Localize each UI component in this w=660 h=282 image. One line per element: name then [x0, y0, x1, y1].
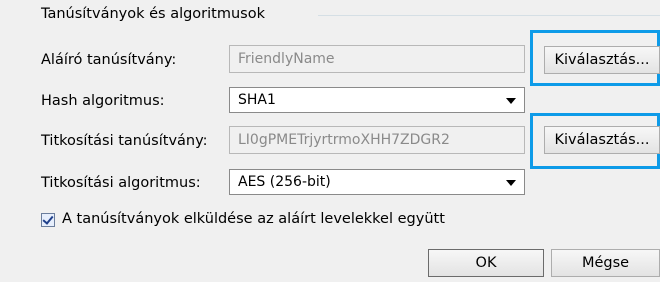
hash-algo-value: SHA1 [238, 92, 276, 108]
encryption-cert-select-button[interactable]: Kiválasztás... [544, 126, 660, 154]
encryption-cert-label: Titkosítási tanúsítvány: [41, 133, 208, 149]
group-divider [318, 15, 660, 16]
checkmark-icon [42, 213, 54, 225]
signing-cert-select-button[interactable]: Kiválasztás... [544, 46, 660, 74]
signing-cert-label: Aláíró tanúsítvány: [41, 52, 177, 68]
encryption-algo-value: AES (256-bit) [238, 174, 331, 190]
signing-cert-field[interactable]: FriendlyName [229, 45, 525, 73]
send-certs-label[interactable]: A tanúsítványok elküldése az aláírt leve… [62, 211, 445, 227]
cancel-button[interactable]: Mégse [551, 249, 660, 277]
chevron-down-icon [506, 180, 516, 186]
group-title: Tanúsítványok és algoritmusok [41, 6, 265, 22]
hash-algo-select[interactable]: SHA1 [229, 87, 525, 113]
hash-algo-label: Hash algoritmus: [41, 93, 165, 109]
encryption-algo-label: Titkosítási algoritmus: [41, 175, 201, 191]
ok-button[interactable]: OK [428, 249, 544, 277]
encryption-cert-field[interactable]: LI0gPMETrjyrtrmoXHH7ZDGR2 [229, 126, 525, 154]
encryption-algo-select[interactable]: AES (256-bit) [229, 169, 525, 195]
chevron-down-icon [506, 98, 516, 104]
send-certs-checkbox[interactable] [41, 213, 55, 227]
